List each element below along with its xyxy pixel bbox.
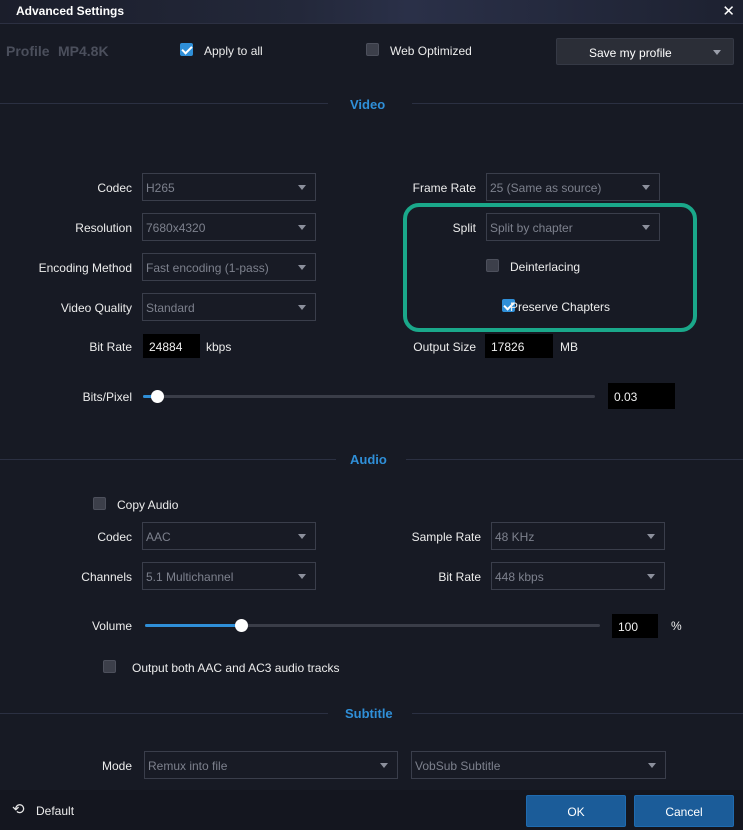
encoding-method-value: Fast encoding (1-pass) bbox=[146, 261, 269, 275]
channels-value: 5.1 Multichannel bbox=[146, 570, 234, 584]
copy-audio-checkbox[interactable] bbox=[93, 497, 106, 510]
chevron-down-icon bbox=[298, 305, 306, 310]
audio-codec-value: AAC bbox=[146, 530, 171, 544]
channels-select[interactable]: 5.1 Multichannel bbox=[142, 562, 316, 590]
split-select[interactable]: Split by chapter bbox=[486, 213, 660, 241]
subtitle-mode-value: Remux into file bbox=[148, 759, 228, 773]
subtitle-mode-select[interactable]: Remux into file bbox=[144, 751, 398, 779]
chevron-down-icon bbox=[380, 763, 388, 768]
bits-pixel-slider-handle[interactable] bbox=[151, 390, 164, 403]
resolution-label: Resolution bbox=[75, 221, 132, 235]
volume-slider-handle[interactable] bbox=[235, 619, 248, 632]
output-size-label: Output Size bbox=[413, 340, 476, 354]
resolution-value: 7680x4320 bbox=[146, 221, 206, 235]
bits-pixel-value[interactable]: 0.03 bbox=[608, 383, 675, 409]
codec-label: Codec bbox=[97, 181, 132, 195]
bits-pixel-slider-track[interactable] bbox=[143, 395, 595, 398]
chevron-down-icon bbox=[298, 265, 306, 270]
cancel-button[interactable]: Cancel bbox=[634, 795, 734, 827]
profile-prefix: Profile bbox=[6, 43, 50, 59]
resolution-select[interactable]: 7680x4320 bbox=[142, 213, 316, 241]
mode-label: Mode bbox=[101, 759, 132, 773]
section-divider bbox=[0, 713, 328, 714]
video-section-title: Video bbox=[350, 97, 386, 112]
video-bit-rate-input[interactable]: 24884 bbox=[143, 334, 200, 358]
sample-rate-value: 48 KHz bbox=[495, 530, 535, 544]
chevron-down-icon bbox=[298, 225, 306, 230]
default-label: Default bbox=[36, 804, 75, 818]
sample-rate-select[interactable]: 48 KHz bbox=[491, 522, 665, 550]
audio-bit-rate-value: 448 kbps bbox=[495, 570, 544, 584]
video-quality-value: Standard bbox=[146, 301, 195, 315]
frame-rate-select[interactable]: 25 (Same as source) bbox=[486, 173, 660, 201]
section-divider bbox=[0, 103, 328, 104]
subtitle-format-value: VobSub Subtitle bbox=[415, 759, 501, 773]
volume-unit: % bbox=[671, 619, 682, 633]
web-optimized-checkbox[interactable] bbox=[366, 43, 379, 56]
chevron-down-icon bbox=[298, 534, 306, 539]
ok-button[interactable]: OK bbox=[526, 795, 626, 827]
video-bit-rate-label: Bit Rate bbox=[89, 340, 132, 354]
window-title: Advanced Settings bbox=[16, 4, 125, 18]
copy-audio-label: Copy Audio bbox=[117, 498, 179, 512]
chevron-down-icon bbox=[642, 225, 650, 230]
audio-section-title: Audio bbox=[350, 452, 387, 467]
apply-to-all-label: Apply to all bbox=[204, 44, 263, 58]
frame-rate-value: 25 (Same as source) bbox=[490, 181, 602, 195]
volume-label: Volume bbox=[91, 619, 132, 633]
section-divider bbox=[406, 459, 743, 460]
web-optimized-label: Web Optimized bbox=[390, 44, 472, 58]
audio-codec-label: Codec bbox=[97, 530, 132, 544]
sample-rate-label: Sample Rate bbox=[411, 530, 481, 544]
audio-bit-rate-label: Bit Rate bbox=[438, 570, 481, 584]
title-bar: Advanced Settings ✕ bbox=[0, 0, 743, 24]
preserve-chapters-label: Preserve Chapters bbox=[510, 300, 611, 314]
section-divider bbox=[412, 713, 743, 714]
section-divider bbox=[412, 103, 743, 104]
split-label: Split bbox=[452, 221, 476, 235]
audio-codec-select[interactable]: AAC bbox=[142, 522, 316, 550]
subtitle-format-select[interactable]: VobSub Subtitle bbox=[411, 751, 666, 779]
save-profile-label: Save my profile bbox=[589, 46, 672, 60]
output-size-input[interactable]: 17826 bbox=[485, 334, 553, 358]
chevron-down-icon bbox=[647, 574, 655, 579]
frame-rate-label: Frame Rate bbox=[412, 181, 476, 195]
reset-icon: ⟲ bbox=[12, 801, 25, 818]
volume-value[interactable]: 100 bbox=[612, 614, 658, 638]
encoding-method-select[interactable]: Fast encoding (1-pass) bbox=[142, 253, 316, 281]
chevron-down-icon bbox=[647, 534, 655, 539]
audio-bit-rate-select[interactable]: 448 kbps bbox=[491, 562, 665, 590]
chevron-down-icon bbox=[642, 185, 650, 190]
save-profile-button[interactable]: Save my profile bbox=[556, 38, 734, 65]
volume-slider-fill bbox=[145, 624, 241, 627]
video-quality-select[interactable]: Standard bbox=[142, 293, 316, 321]
chevron-down-icon bbox=[713, 50, 721, 55]
output-both-checkbox[interactable] bbox=[103, 660, 116, 673]
chevron-down-icon bbox=[648, 763, 656, 768]
close-icon[interactable]: ✕ bbox=[722, 2, 735, 20]
video-codec-select[interactable]: H265 bbox=[142, 173, 316, 201]
chevron-down-icon bbox=[298, 574, 306, 579]
deinterlacing-label: Deinterlacing bbox=[510, 260, 581, 274]
video-bit-rate-unit: kbps bbox=[206, 340, 232, 354]
subtitle-section-title: Subtitle bbox=[345, 706, 393, 721]
default-button[interactable]: ⟲ Default bbox=[12, 800, 92, 822]
profile-name: MP4.8K bbox=[58, 43, 109, 59]
split-value: Split by chapter bbox=[490, 221, 573, 235]
deinterlacing-checkbox[interactable] bbox=[486, 259, 499, 272]
bits-pixel-label: Bits/Pixel bbox=[82, 390, 132, 404]
apply-to-all-checkbox[interactable] bbox=[180, 43, 193, 56]
output-both-label: Output both AAC and AC3 audio tracks bbox=[132, 661, 340, 675]
video-codec-value: H265 bbox=[146, 181, 175, 195]
video-quality-label: Video Quality bbox=[60, 301, 132, 315]
encoding-method-label: Encoding Method bbox=[38, 261, 132, 275]
output-size-unit: MB bbox=[560, 340, 578, 354]
volume-slider-track[interactable] bbox=[145, 624, 600, 627]
footer-bar bbox=[0, 790, 743, 830]
chevron-down-icon bbox=[298, 185, 306, 190]
section-divider bbox=[0, 459, 336, 460]
channels-label: Channels bbox=[81, 570, 132, 584]
